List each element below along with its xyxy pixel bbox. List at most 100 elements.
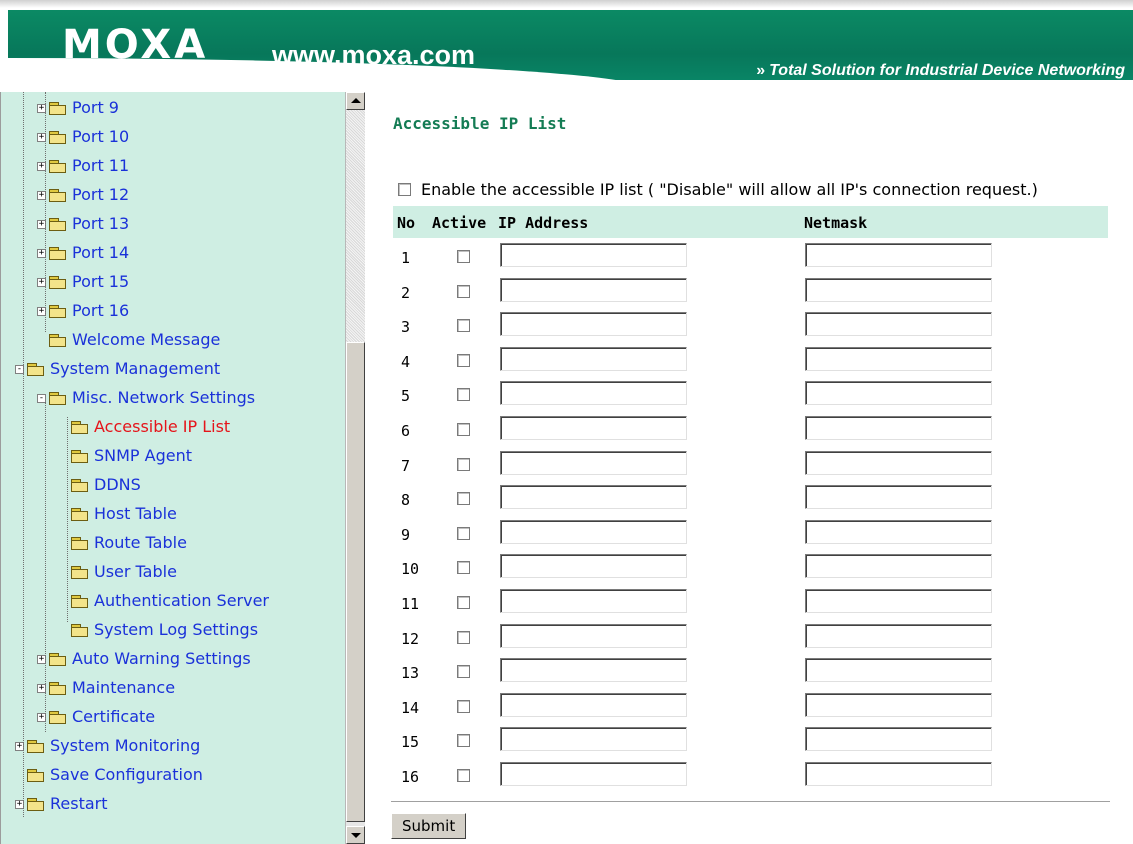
netmask-input[interactable] [805, 589, 992, 613]
sidebar-item[interactable]: + Certificate [37, 706, 155, 728]
ip-address-input[interactable] [500, 554, 687, 579]
scrollbar-track[interactable] [346, 110, 365, 342]
enable-accessible-ip-row: Enable the accessible IP list ( "Disable… [398, 180, 1038, 199]
chevron-right-icon: » [756, 62, 766, 79]
ip-address-input[interactable] [500, 416, 687, 440]
active-checkbox[interactable] [457, 492, 470, 506]
column-header-no: No [397, 214, 416, 232]
sidebar-item[interactable]: + Port 14 [37, 242, 129, 264]
ip-address-input[interactable] [500, 623, 687, 648]
active-checkbox[interactable] [457, 250, 470, 263]
table-header: No Active IP Address Netmask [393, 206, 1108, 238]
row-number: 8 [401, 491, 411, 510]
folder-icon [49, 101, 66, 115]
row-number: 10 [401, 560, 420, 579]
sidebar-item[interactable]: - System Management [15, 358, 220, 380]
ip-address-input[interactable] [500, 381, 687, 406]
netmask-input[interactable] [805, 727, 992, 752]
table-row: 12 [393, 621, 1108, 655]
active-checkbox[interactable] [457, 457, 470, 471]
sidebar-item[interactable]: + Auto Warning Settings [37, 648, 251, 670]
netmask-input[interactable] [805, 485, 992, 510]
active-checkbox[interactable] [457, 423, 470, 436]
sidebar-item[interactable]: + Port 16 [37, 300, 129, 322]
active-checkbox[interactable] [457, 353, 470, 367]
sidebar-item[interactable]: + Restart [15, 793, 108, 815]
sidebar-item-label: Misc. Network Settings [72, 388, 256, 407]
active-checkbox[interactable] [457, 699, 470, 713]
folder-icon [71, 536, 88, 550]
ip-address-input[interactable] [500, 589, 687, 613]
netmask-input[interactable] [805, 312, 992, 337]
ip-address-input[interactable] [500, 346, 687, 371]
folder-open-icon [49, 391, 66, 405]
sidebar-scrollbar[interactable] [345, 92, 365, 844]
ip-address-input[interactable] [500, 277, 687, 302]
sidebar-item[interactable]: + Port 15 [37, 271, 129, 293]
sidebar-item[interactable]: Save Configuration [15, 764, 203, 786]
sidebar-item[interactable]: + Port 13 [37, 213, 129, 235]
column-header-active: Active [432, 214, 487, 232]
scroll-up-button[interactable] [346, 92, 365, 110]
netmask-input[interactable] [805, 762, 992, 786]
submit-button[interactable]: Submit [391, 813, 467, 839]
ip-address-input[interactable] [500, 519, 687, 544]
netmask-input[interactable] [805, 623, 992, 648]
netmask-input[interactable] [805, 416, 992, 440]
netmask-input[interactable] [805, 346, 992, 371]
active-checkbox[interactable] [457, 734, 470, 748]
active-checkbox[interactable] [457, 665, 470, 679]
row-number: 5 [401, 387, 411, 406]
ip-address-input[interactable] [500, 658, 687, 683]
folder-icon [49, 159, 66, 173]
sidebar-item[interactable]: Welcome Message [37, 329, 220, 351]
sidebar-item[interactable]: Route Table [59, 532, 187, 554]
table-row: 2 [393, 275, 1108, 309]
sidebar-item[interactable]: SNMP Agent [59, 445, 192, 467]
folder-icon [71, 449, 88, 463]
active-checkbox[interactable] [457, 561, 470, 575]
sidebar-item[interactable]: + Port 12 [37, 184, 129, 206]
ip-address-input[interactable] [500, 727, 687, 752]
sidebar-item[interactable]: Accessible IP List [59, 416, 230, 438]
netmask-input[interactable] [805, 243, 992, 267]
sidebar-item[interactable]: - Misc. Network Settings [37, 387, 255, 409]
active-checkbox[interactable] [457, 284, 470, 298]
scroll-down-button[interactable] [346, 826, 365, 844]
active-checkbox[interactable] [457, 596, 470, 609]
sidebar-item[interactable]: + Port 9 [37, 97, 119, 119]
enable-accessible-ip-checkbox[interactable] [398, 183, 411, 196]
active-checkbox[interactable] [457, 526, 470, 540]
active-checkbox[interactable] [457, 630, 470, 644]
sidebar-item[interactable]: + Port 11 [37, 155, 129, 177]
folder-icon [49, 304, 66, 318]
tree-guide-line [45, 92, 46, 332]
active-checkbox[interactable] [457, 388, 470, 402]
netmask-input[interactable] [805, 519, 992, 544]
sidebar-item[interactable]: System Log Settings [59, 619, 258, 641]
ip-address-input[interactable] [500, 762, 687, 786]
ip-address-input[interactable] [500, 243, 687, 267]
ip-address-input[interactable] [500, 450, 687, 475]
netmask-input[interactable] [805, 381, 992, 406]
netmask-input[interactable] [805, 450, 992, 475]
sidebar-item[interactable]: Host Table [59, 503, 177, 525]
row-number: 3 [401, 318, 411, 337]
ip-address-input[interactable] [500, 312, 687, 337]
ip-address-input[interactable] [500, 485, 687, 510]
active-checkbox[interactable] [457, 319, 470, 333]
sidebar-item[interactable]: DDNS [59, 474, 141, 496]
netmask-input[interactable] [805, 658, 992, 683]
netmask-input[interactable] [805, 692, 992, 717]
column-header-netmask: Netmask [804, 214, 868, 232]
ip-address-input[interactable] [500, 692, 687, 717]
scrollbar-thumb[interactable] [346, 342, 365, 822]
sidebar-item[interactable]: User Table [59, 561, 177, 583]
netmask-input[interactable] [805, 554, 992, 579]
sidebar-item[interactable]: Authentication Server [59, 590, 269, 612]
sidebar-item[interactable]: + Port 10 [37, 126, 129, 148]
sidebar-item[interactable]: + Maintenance [37, 677, 175, 699]
sidebar-item[interactable]: + System Monitoring [15, 735, 200, 757]
active-checkbox[interactable] [457, 769, 470, 782]
netmask-input[interactable] [805, 277, 992, 302]
